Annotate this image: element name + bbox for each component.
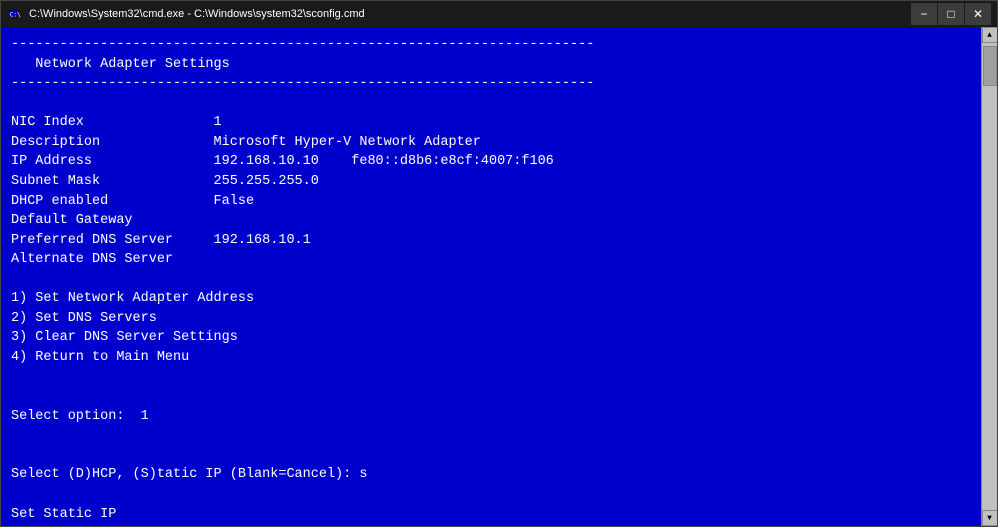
terminal-output[interactable]: ----------------------------------------… bbox=[1, 27, 981, 526]
scroll-up-button[interactable]: ▲ bbox=[982, 27, 998, 43]
window-controls: − □ ✕ bbox=[911, 3, 991, 25]
cmd-window: C:\ C:\Windows\System32\cmd.exe - C:\Win… bbox=[0, 0, 998, 527]
restore-button[interactable]: □ bbox=[938, 3, 964, 25]
scrollbar-thumb[interactable] bbox=[983, 46, 997, 86]
scroll-down-button[interactable]: ▼ bbox=[982, 510, 998, 526]
close-button[interactable]: ✕ bbox=[965, 3, 991, 25]
cmd-icon: C:\ bbox=[7, 6, 23, 22]
window-title: C:\Windows\System32\cmd.exe - C:\Windows… bbox=[29, 8, 911, 20]
scrollbar-track[interactable] bbox=[982, 43, 997, 510]
content-area: ----------------------------------------… bbox=[1, 27, 997, 526]
title-bar: C:\ C:\Windows\System32\cmd.exe - C:\Win… bbox=[1, 1, 997, 27]
svg-text:C:\: C:\ bbox=[10, 12, 21, 19]
scrollbar[interactable]: ▲ ▼ bbox=[981, 27, 997, 526]
minimize-button[interactable]: − bbox=[911, 3, 937, 25]
